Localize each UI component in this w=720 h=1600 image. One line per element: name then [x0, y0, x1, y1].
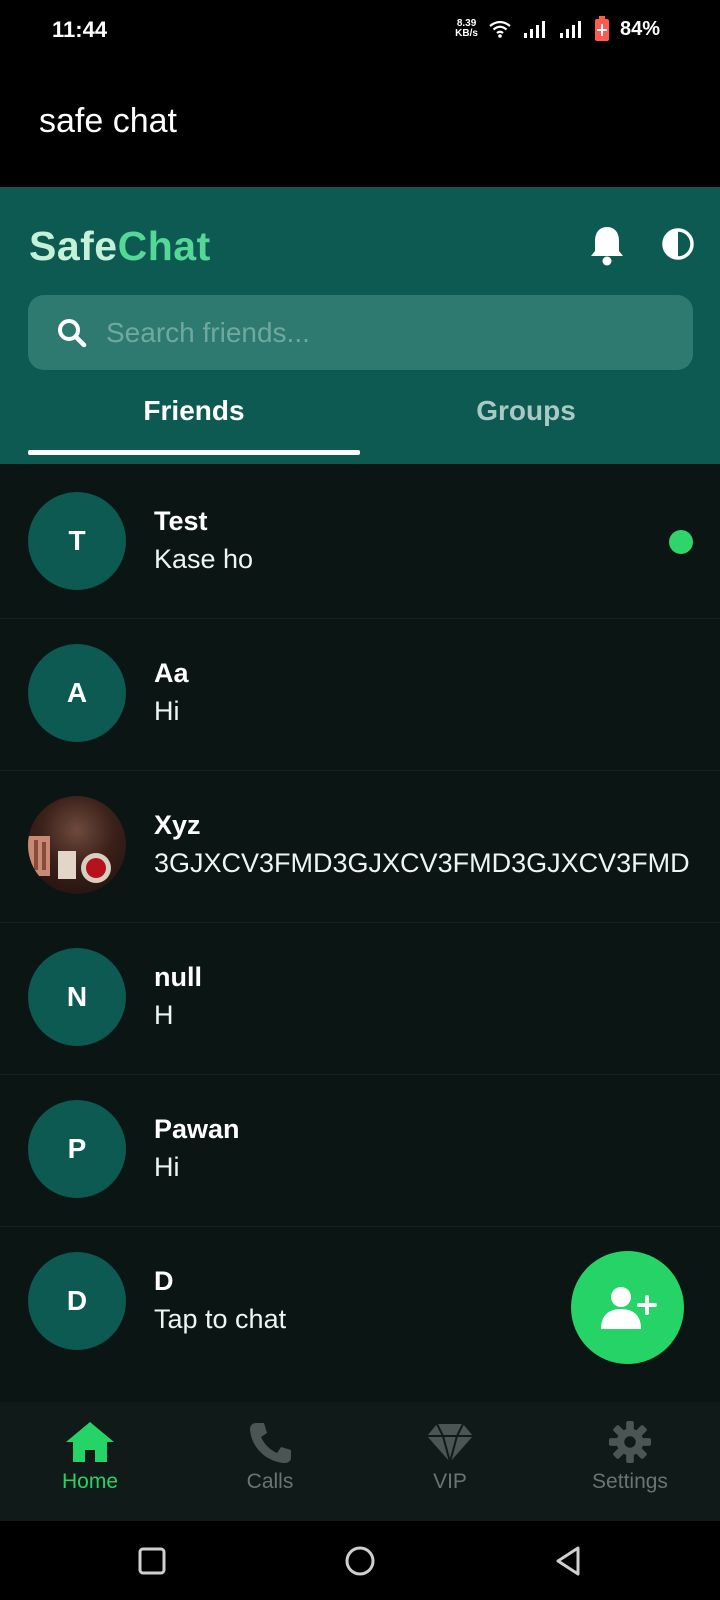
online-status-dot — [669, 530, 693, 554]
bottom-nav: Home Calls VIP Settings — [0, 1402, 720, 1521]
nav-label: VIP — [433, 1470, 467, 1493]
search-icon — [58, 319, 87, 348]
status-time: 11:44 — [52, 17, 108, 42]
friend-name: D — [154, 1266, 174, 1296]
add-user-icon — [600, 1286, 657, 1329]
active-tab-indicator — [28, 450, 360, 455]
battery-icon — [594, 16, 609, 41]
signal-icon — [523, 21, 545, 38]
gear-icon — [608, 1420, 652, 1464]
app-title-bar: safe chat — [0, 62, 720, 187]
last-message: Hi — [154, 1152, 180, 1182]
status-icons: 8.39 KB/s 84% — [455, 16, 660, 42]
friend-name: Xyz — [154, 810, 201, 840]
avatar: A — [28, 644, 126, 742]
system-nav-bar — [0, 1521, 720, 1600]
friend-name: Test — [154, 506, 208, 536]
home-icon — [66, 1422, 114, 1462]
network-speed: 8.39 KB/s — [455, 18, 478, 39]
nav-settings[interactable]: Settings — [550, 1420, 710, 1494]
nav-home[interactable]: Home — [10, 1420, 170, 1494]
list-item[interactable]: P Pawan Hi — [0, 1072, 720, 1227]
friend-name: Pawan — [154, 1114, 240, 1144]
nav-label: Home — [61, 1470, 119, 1493]
avatar-photo — [28, 796, 126, 894]
nav-label: Calls — [246, 1470, 294, 1493]
list-item[interactable]: Xyz 3GJXCV3FMD3GJXCV3FMD3GJXCV3FMD — [0, 768, 720, 923]
back-icon[interactable] — [554, 1545, 582, 1577]
tab-groups[interactable]: Groups — [360, 395, 692, 427]
bell-icon[interactable] — [587, 223, 627, 267]
nav-vip[interactable]: VIP — [370, 1420, 530, 1494]
last-message: H — [154, 1000, 174, 1030]
contrast-icon[interactable] — [661, 227, 695, 261]
avatar: D — [28, 1252, 126, 1350]
nav-calls[interactable]: Calls — [190, 1420, 350, 1494]
search-bar[interactable] — [28, 295, 693, 370]
friend-name: null — [154, 962, 202, 992]
battery-percent: 84% — [619, 17, 660, 40]
phone-icon — [250, 1423, 291, 1463]
last-message: Kase ho — [154, 544, 254, 574]
signal-icon-2 — [559, 21, 581, 38]
nav-label: Settings — [592, 1470, 668, 1493]
add-friend-button[interactable] — [571, 1251, 684, 1364]
recents-icon[interactable] — [138, 1547, 166, 1575]
status-bar: 11:44 8.39 KB/s 84% — [0, 0, 720, 62]
header: SafeChat Friends Groups — [0, 187, 720, 464]
friend-name: Aa — [154, 658, 189, 688]
list-item[interactable]: N null H — [0, 920, 720, 1075]
avatar: N — [28, 948, 126, 1046]
last-message: Hi — [154, 696, 180, 726]
avatar: T — [28, 492, 126, 590]
brand-logo: SafeChat — [29, 223, 211, 269]
tab-friends[interactable]: Friends — [28, 395, 360, 427]
app-title: safe chat — [39, 102, 177, 140]
avatar: P — [28, 1100, 126, 1198]
search-input[interactable] — [106, 295, 666, 370]
wifi-icon — [489, 20, 511, 38]
home-nav-icon[interactable] — [344, 1545, 376, 1577]
diamond-icon — [427, 1423, 473, 1464]
last-message: 3GJXCV3FMD3GJXCV3FMD3GJXCV3FMD — [154, 848, 690, 878]
profile-photo — [28, 836, 111, 883]
list-item[interactable]: A Aa Hi — [0, 616, 720, 771]
list-item[interactable]: T Test Kase ho — [0, 464, 720, 619]
